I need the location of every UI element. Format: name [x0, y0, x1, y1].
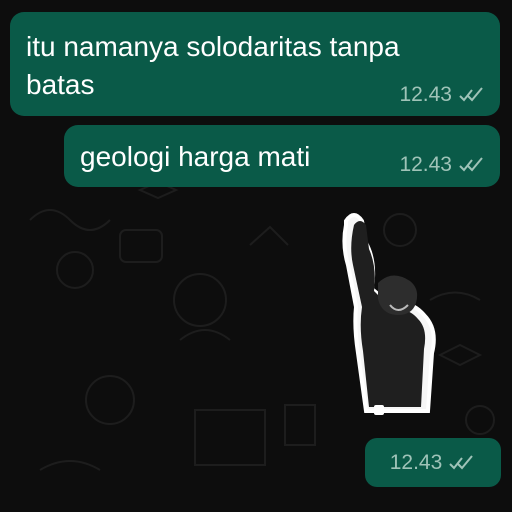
message-bubble-1[interactable]: itu namanya solodaritas tanpa batas 12.4…: [10, 12, 500, 116]
double-check-icon: [459, 87, 483, 102]
sticker-message[interactable]: [328, 205, 448, 425]
double-check-icon: [449, 454, 474, 469]
sticker-meta-bubble: 12.43: [365, 438, 501, 487]
message-text-line-1: itu namanya solodaritas tanpa: [26, 31, 400, 62]
message-text: geologi harga mati: [80, 141, 311, 172]
message-bubble-2[interactable]: geologi harga mati 12.43: [64, 125, 500, 187]
message-text: itu namanya solodaritas tanpa batas: [26, 28, 400, 104]
raised-fist-sticker-icon: [342, 213, 436, 415]
message-time: 12.43: [399, 83, 452, 106]
message-text-line-2: batas: [26, 69, 95, 100]
message-meta: 12.43: [399, 153, 486, 177]
message-time: 12.43: [389, 450, 443, 474]
message-time: 12.43: [399, 153, 452, 176]
double-check-icon: [459, 157, 483, 172]
message-meta: 12.43: [399, 83, 486, 107]
